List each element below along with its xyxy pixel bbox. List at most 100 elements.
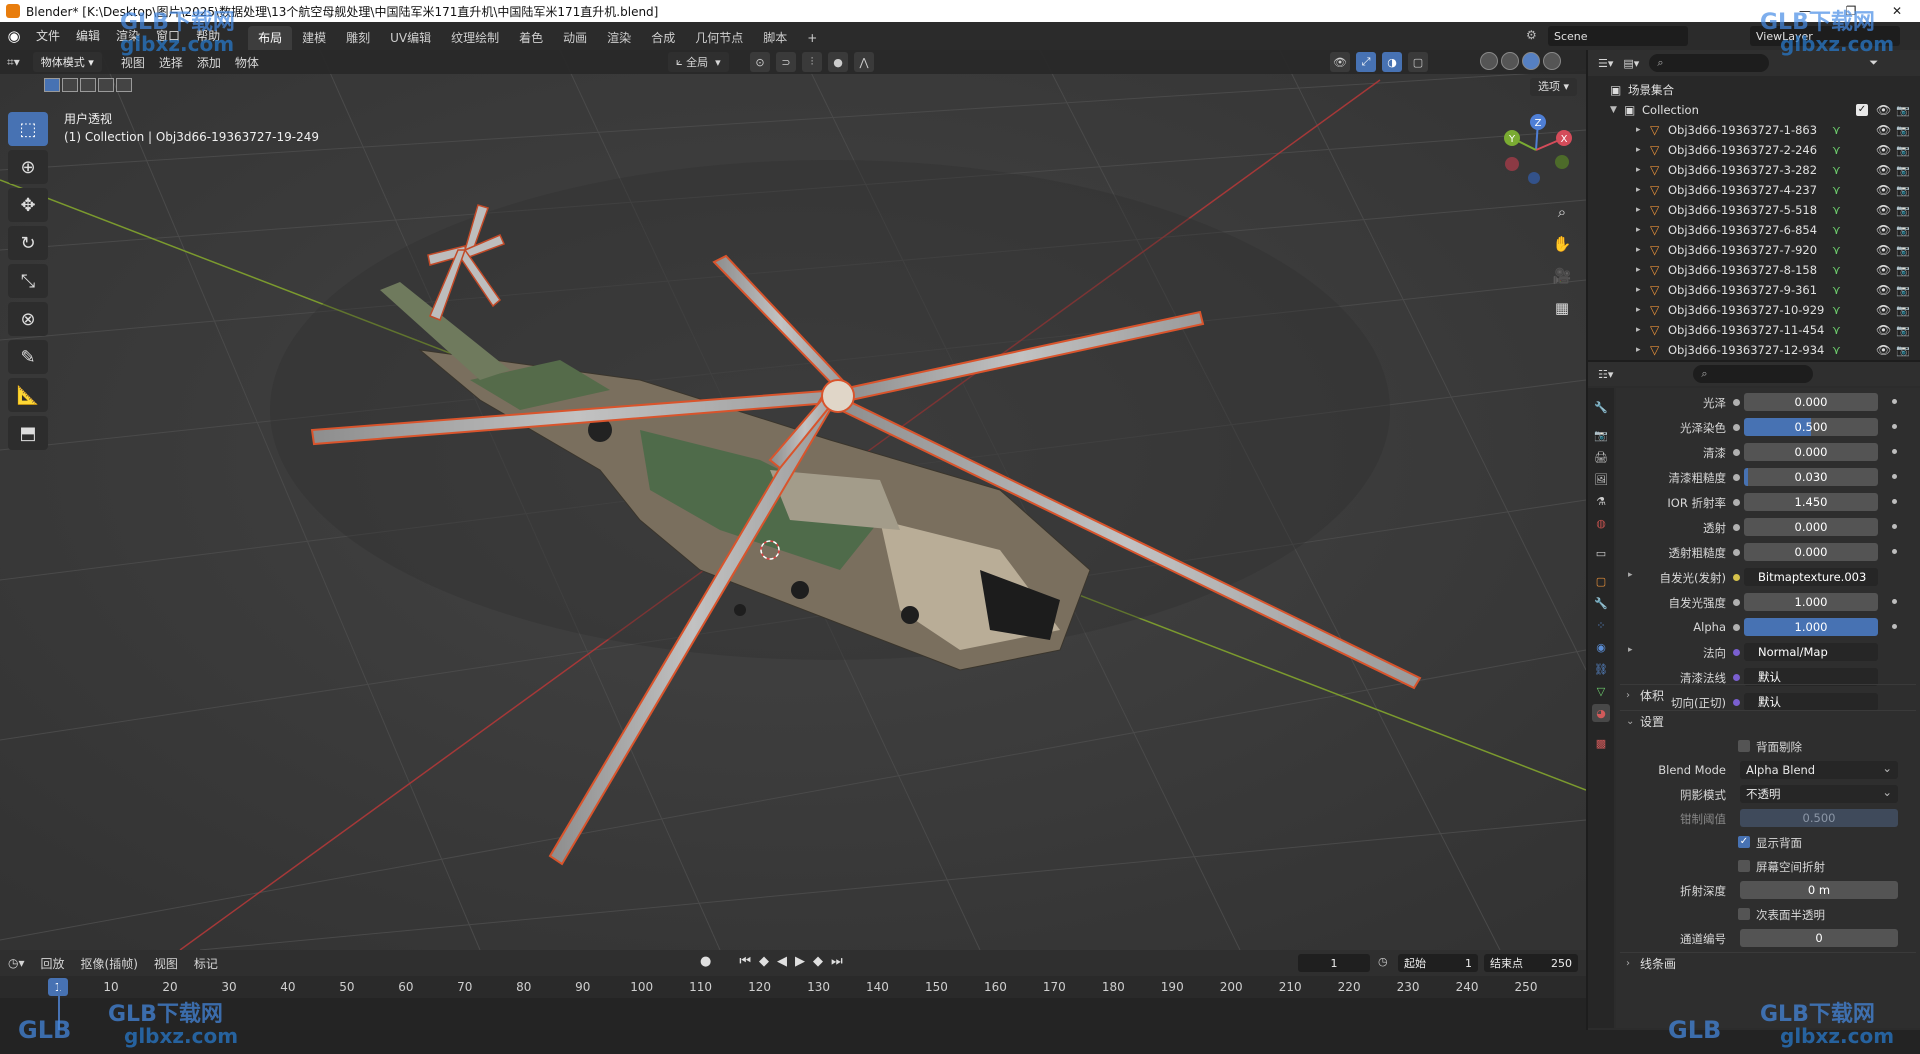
tab-animation[interactable]: 动画 (553, 26, 597, 50)
outliner-filter-icon[interactable]: ⏷ (1869, 56, 1878, 70)
mesh-data-icon[interactable]: ⋎ (1832, 283, 1841, 297)
xray-icon[interactable]: ▢ (1408, 52, 1428, 72)
eye-icon[interactable]: 👁 (1876, 283, 1891, 297)
expand-object-icon[interactable]: ▸ (1636, 145, 1641, 155)
socket-dot-icon[interactable] (1733, 399, 1740, 406)
outliner-object-row[interactable]: ▸ ▽ Obj3d66-19363727-5-518 ⋎ 👁 📷 (1588, 200, 1920, 220)
particles-tab-icon[interactable]: ⁘ (1592, 616, 1610, 634)
refraction-depth-field[interactable]: 0 m (1740, 881, 1898, 899)
tool-tab-icon[interactable]: 🔧 (1592, 398, 1610, 416)
blend-mode-dropdown[interactable]: Alpha Blend (1740, 759, 1898, 779)
play-reverse-icon[interactable]: ◀ (777, 954, 787, 969)
move-icon[interactable]: ✥ (8, 188, 48, 222)
outliner-object-row[interactable]: ▸ ▽ Obj3d66-19363727-4-237 ⋎ 👁 📷 (1588, 180, 1920, 200)
gizmo-toggle-icon[interactable]: ⤢ (1356, 52, 1376, 72)
socket-dot-icon[interactable] (1733, 424, 1740, 431)
socket-dot-icon[interactable] (1733, 649, 1740, 656)
cursor-icon[interactable]: ⊕ (8, 150, 48, 184)
physics-tab-icon[interactable]: ◉ (1592, 638, 1610, 656)
render-camera-icon[interactable]: 📷 (1896, 124, 1910, 137)
outliner-object-row[interactable]: ▸ ▽ Obj3d66-19363727-7-920 ⋎ 👁 📷 (1588, 240, 1920, 260)
keyframe-dot-icon[interactable] (1892, 424, 1897, 429)
end-frame-field[interactable]: 结束点 250 (1484, 954, 1578, 972)
transform-orientation-dropdown[interactable]: ⟀ 全局 ▾ (668, 52, 729, 72)
socket-dot-icon[interactable] (1733, 549, 1740, 556)
shadow-mode-dropdown[interactable]: 不透明 (1740, 783, 1898, 803)
eye-icon[interactable]: 👁 (1876, 343, 1891, 357)
material-field-value[interactable]: Bitmaptexture.003 (1744, 568, 1878, 586)
select-intersect-icon[interactable] (116, 78, 132, 92)
expand-object-icon[interactable]: ▸ (1636, 125, 1641, 135)
render-camera-icon[interactable]: 📷 (1896, 244, 1910, 257)
overlay-toggle-icon[interactable]: ◑ (1382, 52, 1402, 72)
solid-shading-icon[interactable] (1501, 52, 1519, 70)
expand-object-icon[interactable]: ▸ (1636, 225, 1641, 235)
mesh-data-icon[interactable]: ⋎ (1832, 203, 1841, 217)
tab-compositing[interactable]: 合成 (641, 26, 685, 50)
timeline-menu-keying[interactable]: 抠像(插帧) (73, 955, 146, 972)
expand-object-icon[interactable]: ▸ (1636, 285, 1641, 295)
mesh-data-icon[interactable]: ⋎ (1832, 323, 1841, 337)
eye-icon[interactable]: 👁 (1876, 203, 1891, 217)
outliner-object-row[interactable]: ▸ ▽ Obj3d66-19363727-6-854 ⋎ 👁 📷 (1588, 220, 1920, 240)
viewport-menu-view[interactable]: 视图 (114, 54, 152, 71)
material-field-value[interactable]: 1.000 (1744, 593, 1878, 611)
eye-icon[interactable]: 👁 (1876, 243, 1891, 257)
jump-start-icon[interactable]: ⏮ (739, 954, 751, 969)
wireframe-shading-icon[interactable] (1480, 52, 1498, 70)
close-button[interactable]: ✕ (1874, 0, 1920, 22)
eye-icon[interactable]: 👁 (1876, 223, 1891, 237)
mesh-data-icon[interactable]: ⋎ (1832, 263, 1841, 277)
constraints-tab-icon[interactable]: ⛓ (1592, 660, 1610, 678)
3d-viewport[interactable]: ⌗▾ 物体模式 ▾ 视图 选择 添加 物体 ⟀ 全局 ▾ ⊙ ⊃ ⫶ ● ⋀ 👁… (0, 50, 1586, 950)
render-camera-icon[interactable]: 📷 (1896, 304, 1910, 317)
mesh-data-icon[interactable]: ⋎ (1832, 123, 1841, 137)
world-tab-icon[interactable]: ◍ (1592, 514, 1610, 532)
render-camera-icon[interactable]: 📷 (1896, 344, 1910, 357)
eye-icon[interactable]: 👁 (1876, 123, 1891, 137)
tab-geometry-nodes[interactable]: 几何节点 (685, 26, 753, 50)
expand-collection-icon[interactable]: ▼ (1610, 105, 1617, 115)
show-backface-checkbox[interactable]: ✓ (1738, 836, 1750, 848)
mesh-data-icon[interactable]: ⋎ (1832, 223, 1841, 237)
preview-range-icon[interactable]: ◷ (1378, 955, 1388, 968)
add-cube-icon[interactable]: ⬒ (8, 416, 48, 450)
eye-icon[interactable]: 👁 (1876, 103, 1891, 117)
collection-tab-icon[interactable]: ▭ (1592, 544, 1610, 562)
outliner-object-row[interactable]: ▸ ▽ Obj3d66-19363727-11-454 ⋎ 👁 📷 (1588, 320, 1920, 340)
falloff-icon[interactable]: ⋀ (854, 52, 874, 72)
timeline-menu-view[interactable]: 视图 (146, 955, 186, 972)
transform-icon[interactable]: ⊗ (8, 302, 48, 336)
tab-modeling[interactable]: 建模 (292, 26, 336, 50)
eye-icon[interactable]: 👁 (1876, 303, 1891, 317)
tab-sculpting[interactable]: 雕刻 (336, 26, 380, 50)
line-art-section-header[interactable]: › 线条画 (1620, 952, 1916, 974)
expand-object-icon[interactable]: ▸ (1636, 345, 1641, 355)
start-frame-field[interactable]: 起始 1 (1398, 954, 1478, 972)
keyframe-dot-icon[interactable] (1892, 399, 1897, 404)
socket-dot-icon[interactable] (1733, 499, 1740, 506)
scene-selector[interactable]: Scene (1548, 26, 1688, 46)
options-dropdown[interactable]: 选项 ▾ (1530, 78, 1578, 96)
socket-dot-icon[interactable] (1733, 449, 1740, 456)
render-camera-icon[interactable]: 📷 (1896, 204, 1910, 217)
editor-type-icon[interactable]: ⌗▾ (0, 55, 27, 70)
orthographic-grid-icon[interactable]: ▦ (1548, 296, 1576, 320)
play-icon[interactable]: ▶ (795, 954, 805, 969)
render-camera-icon[interactable]: 📷 (1896, 264, 1910, 277)
render-camera-icon[interactable]: 📷 (1896, 164, 1910, 177)
socket-dot-icon[interactable] (1733, 674, 1740, 681)
next-keyframe-icon[interactable]: ◆ (813, 954, 823, 969)
expand-object-icon[interactable]: ▸ (1636, 325, 1641, 335)
zoom-icon[interactable]: ⌕ (1548, 200, 1576, 224)
material-field-value[interactable]: 0.030 (1744, 468, 1878, 486)
tab-scripting[interactable]: 脚本 (753, 26, 797, 50)
material-field-value[interactable]: 1.000 (1744, 618, 1878, 636)
mesh-data-icon[interactable]: ⋎ (1832, 243, 1841, 257)
add-workspace-button[interactable]: + (797, 26, 827, 50)
keyframe-dot-icon[interactable] (1892, 499, 1897, 504)
outliner-search-input[interactable]: ⌕ (1649, 54, 1770, 72)
properties-editor-icon[interactable]: ☷▾ (1598, 368, 1613, 381)
screen-space-refraction-checkbox[interactable] (1738, 860, 1750, 872)
material-tab-icon[interactable]: ◕ (1592, 704, 1610, 722)
